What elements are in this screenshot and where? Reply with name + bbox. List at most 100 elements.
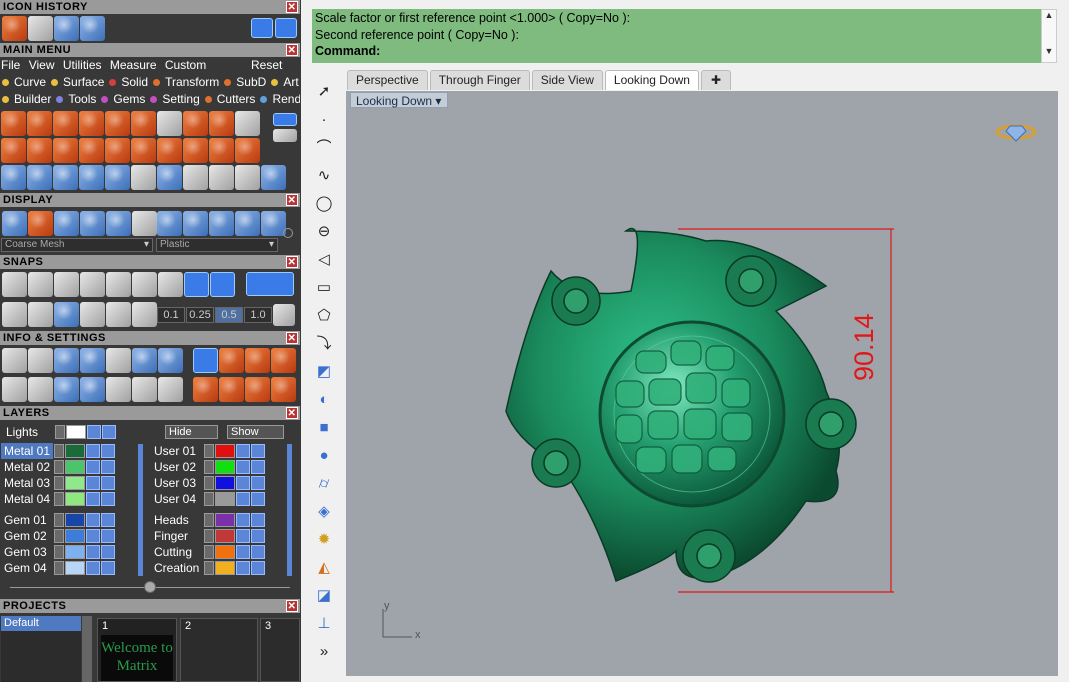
visible-icon[interactable] bbox=[251, 492, 265, 506]
close-icon[interactable]: ✕ bbox=[286, 407, 298, 419]
layer-color-swatch[interactable] bbox=[65, 545, 85, 559]
windows-icon[interactable] bbox=[2, 377, 27, 402]
layout-3-icon[interactable] bbox=[271, 348, 296, 373]
layer-color-swatch[interactable] bbox=[65, 460, 85, 474]
arch-icon[interactable] bbox=[183, 138, 208, 163]
cylinder-icon[interactable]: ⌭ bbox=[312, 473, 336, 495]
layer-name[interactable]: Gem 02 bbox=[1, 528, 53, 544]
layer-row[interactable]: Metal 04 bbox=[1, 491, 141, 507]
visible-icon[interactable] bbox=[251, 444, 265, 458]
lock-icon[interactable] bbox=[236, 460, 250, 474]
close-icon[interactable]: ✕ bbox=[286, 256, 298, 268]
expand-icon[interactable] bbox=[204, 513, 214, 527]
module-setting[interactable]: Setting bbox=[150, 92, 200, 106]
lights-color-swatch[interactable] bbox=[66, 425, 86, 439]
axis-icon[interactable] bbox=[132, 302, 157, 327]
layer-color-swatch[interactable] bbox=[215, 476, 235, 490]
layer-row[interactable]: User 02 bbox=[151, 459, 291, 475]
module-builder[interactable]: Builder bbox=[2, 92, 51, 106]
layer-row[interactable]: Gem 02 bbox=[1, 528, 141, 544]
layer-row[interactable]: Gem 04 bbox=[1, 560, 141, 576]
gumball-3-icon[interactable] bbox=[245, 377, 270, 402]
module-gems[interactable]: Gems bbox=[101, 92, 145, 106]
lock-icon[interactable] bbox=[236, 444, 250, 458]
expand-icon[interactable] bbox=[54, 444, 64, 458]
tab-looking-down[interactable]: Looking Down bbox=[604, 70, 699, 90]
array-icon[interactable] bbox=[1, 165, 26, 190]
material-1-icon[interactable] bbox=[157, 211, 182, 236]
layer-color-swatch[interactable] bbox=[215, 460, 235, 474]
lock-icon[interactable] bbox=[86, 561, 100, 575]
layer-name[interactable]: Heads bbox=[151, 512, 203, 528]
visible-icon[interactable] bbox=[251, 529, 265, 543]
filter-icon[interactable] bbox=[106, 377, 131, 402]
cap-icon[interactable] bbox=[131, 138, 156, 163]
lock-icon[interactable] bbox=[236, 476, 250, 490]
mirror-icon[interactable] bbox=[79, 165, 104, 190]
wireframe-icon[interactable] bbox=[2, 211, 27, 236]
expand-icon[interactable] bbox=[204, 492, 214, 506]
layer-row[interactable]: Cutting bbox=[151, 544, 291, 560]
layer-name[interactable]: User 03 bbox=[151, 475, 203, 491]
snap-end-icon[interactable] bbox=[2, 272, 27, 297]
boolean-3-icon[interactable] bbox=[131, 111, 156, 136]
tab-side-view[interactable]: Side View bbox=[531, 70, 603, 90]
snap-toggle-icon[interactable] bbox=[246, 272, 294, 296]
toggle-icon[interactable] bbox=[273, 113, 297, 126]
close-icon[interactable]: ✕ bbox=[286, 600, 298, 612]
module-cutters[interactable]: Cutters bbox=[204, 92, 255, 106]
scroll-up-icon[interactable]: ▲ bbox=[1042, 10, 1056, 20]
gem-info-icon[interactable] bbox=[158, 348, 183, 373]
mesh-icon[interactable]: ◈ bbox=[312, 501, 336, 523]
module-solid[interactable]: Solid bbox=[109, 75, 148, 89]
circle-icon[interactable] bbox=[261, 165, 286, 190]
layout-icon[interactable] bbox=[219, 348, 244, 373]
surface-icon[interactable]: ◩ bbox=[312, 361, 336, 383]
visible-icon[interactable] bbox=[251, 460, 265, 474]
pin-icon[interactable] bbox=[183, 111, 208, 136]
expand-icon[interactable] bbox=[204, 444, 214, 458]
ungroup-icon[interactable] bbox=[209, 165, 234, 190]
boolean-2-icon[interactable] bbox=[105, 111, 130, 136]
layer-name[interactable]: User 04 bbox=[151, 491, 203, 507]
section-icon[interactable] bbox=[157, 111, 182, 136]
arrow-right-icon[interactable] bbox=[275, 18, 297, 38]
visible-icon[interactable] bbox=[101, 476, 115, 490]
expand-icon[interactable] bbox=[55, 425, 65, 439]
visible-icon[interactable] bbox=[101, 545, 115, 559]
extrude-icon[interactable]: ◐ bbox=[312, 389, 336, 411]
command-scrollbar[interactable]: ▲ ▼ bbox=[1041, 9, 1057, 63]
lock-icon[interactable] bbox=[87, 425, 101, 439]
layer-row[interactable]: Metal 02 bbox=[1, 459, 141, 475]
module-art[interactable]: Art bbox=[271, 75, 299, 89]
objects-icon[interactable] bbox=[80, 348, 105, 373]
layer-color-swatch[interactable] bbox=[215, 561, 235, 575]
show-button[interactable]: Show bbox=[227, 425, 284, 439]
lock-icon[interactable] bbox=[86, 529, 100, 543]
layer-color-swatch[interactable] bbox=[65, 444, 85, 458]
layer-color-swatch[interactable] bbox=[65, 492, 85, 506]
layer-color-swatch[interactable] bbox=[215, 529, 235, 543]
snap-mid-icon[interactable] bbox=[184, 272, 209, 297]
layer-color-swatch[interactable] bbox=[215, 513, 235, 527]
gumball-2-icon[interactable] bbox=[219, 377, 244, 402]
display-icon[interactable] bbox=[28, 377, 53, 402]
layer-color-swatch[interactable] bbox=[215, 545, 235, 559]
measure-icon[interactable] bbox=[28, 16, 53, 41]
transform-icon[interactable]: ◭ bbox=[312, 557, 336, 579]
box-cut-icon[interactable] bbox=[53, 111, 78, 136]
close-icon[interactable]: ✕ bbox=[286, 332, 298, 344]
layer-color-swatch[interactable] bbox=[65, 513, 85, 527]
visible-icon[interactable] bbox=[251, 545, 265, 559]
material-2-icon[interactable] bbox=[183, 211, 208, 236]
fillet-curve-icon[interactable]: ⤵ bbox=[312, 333, 336, 355]
layer-name[interactable]: Gem 04 bbox=[1, 560, 53, 576]
gem-icon[interactable] bbox=[995, 124, 1037, 142]
list-icon[interactable] bbox=[106, 348, 131, 373]
box-solid-icon[interactable] bbox=[1, 111, 26, 136]
expand-icon[interactable] bbox=[54, 476, 64, 490]
layer-name[interactable]: Metal 01 bbox=[1, 443, 53, 459]
snap-point-icon[interactable] bbox=[80, 272, 105, 297]
line-snap-icon[interactable] bbox=[54, 302, 79, 327]
visible-icon[interactable] bbox=[101, 513, 115, 527]
